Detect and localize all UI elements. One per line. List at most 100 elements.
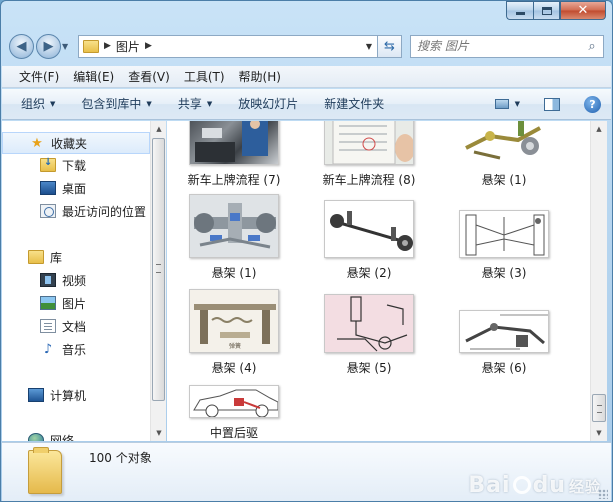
address-dropdown[interactable]: ▼	[361, 36, 377, 57]
address-bar[interactable]: ▶ 图片 ▶ ▼	[78, 34, 378, 58]
photo-thumbnail-graphic	[195, 121, 268, 162]
navigation-scrollbar[interactable]: ▲ ▼	[150, 121, 166, 441]
nav-desktop-label: 桌面	[62, 181, 87, 196]
file-item[interactable]: 新车上牌流程 (8)	[309, 121, 429, 188]
file-name: 悬架 (2)	[346, 266, 392, 280]
axle-graphic	[330, 211, 413, 251]
view-options-dropdown[interactable]: ▼	[513, 92, 522, 116]
scroll-up-arrow-icon[interactable]: ▲	[151, 121, 167, 137]
nav-desktop[interactable]: 桌面	[2, 177, 150, 199]
recent-places-icon	[40, 204, 56, 218]
menu-tools[interactable]: 工具(T)	[177, 67, 232, 87]
preview-pane-icon[interactable]	[544, 97, 560, 111]
file-item[interactable]: 悬架 (1)	[174, 194, 294, 281]
image-thumbnail	[189, 194, 279, 258]
music-note-icon: ♪	[43, 341, 53, 357]
file-item[interactable]: 新车上牌流程 (7)	[174, 121, 294, 188]
nav-network-label: 网络	[50, 433, 75, 442]
suspension-3d-graphic	[194, 203, 276, 249]
close-button[interactable]: ✕	[560, 1, 606, 20]
back-button[interactable]: ◀	[9, 33, 34, 59]
image-thumbnail	[189, 385, 279, 418]
forward-button[interactable]: ▶	[36, 33, 61, 59]
refresh-button[interactable]: ⇆	[378, 34, 402, 58]
file-name: 悬架 (4)	[211, 361, 257, 375]
watermark-brand: Bai	[468, 473, 511, 498]
menu-file[interactable]: 文件(F)	[12, 67, 66, 87]
file-list-scrollbar[interactable]: ▲ ▼	[590, 121, 607, 441]
file-item[interactable]: 悬架 (6)	[444, 310, 564, 376]
nav-recent-places[interactable]: 最近访问的位置	[2, 200, 150, 222]
beam-axle-graphic: 弹簧	[194, 304, 276, 350]
pictures-library-icon	[40, 296, 56, 310]
nav-computer[interactable]: 计算机	[2, 384, 150, 406]
sketch-suspension-graphic	[337, 296, 408, 352]
nav-downloads[interactable]: 下载	[2, 154, 150, 176]
image-thumbnail	[459, 210, 549, 258]
file-name: 新车上牌流程 (8)	[322, 173, 416, 187]
chevron-down-icon: ▼	[146, 100, 152, 108]
slideshow-button[interactable]: 放映幻灯片	[231, 92, 305, 116]
nav-libraries[interactable]: 库	[2, 246, 150, 268]
nav-favorites[interactable]: ★ 收藏夹	[2, 132, 150, 154]
nav-pictures-label: 图片	[62, 296, 87, 311]
scrollbar-thumb[interactable]	[592, 394, 606, 422]
file-item[interactable]: 悬架 (3)	[444, 210, 564, 281]
breadcrumb-pictures[interactable]: 图片	[116, 38, 140, 55]
car-outline-graphic	[193, 389, 278, 417]
downloads-folder-icon	[40, 157, 56, 172]
breadcrumb-arrow-icon[interactable]: ▶	[104, 41, 111, 51]
breadcrumb-arrow-icon[interactable]: ▶	[145, 41, 152, 51]
file-item[interactable]: 悬架 (2)	[309, 200, 429, 281]
scroll-down-arrow-icon[interactable]: ▼	[151, 425, 167, 441]
image-thumbnail	[459, 121, 549, 165]
image-thumbnail: 弹簧	[189, 289, 279, 353]
nav-music[interactable]: ♪ 音乐	[2, 338, 150, 360]
recent-pages-dropdown[interactable]: ▼	[62, 42, 74, 51]
file-name: 悬架 (3)	[481, 266, 527, 280]
address-row: ◀ ▶ ▼ ▶ 图片 ▶ ▼ ⇆ ⌕	[9, 32, 604, 60]
help-icon[interactable]: ?	[584, 95, 601, 113]
change-view-icon[interactable]	[494, 99, 509, 109]
menu-edit[interactable]: 编辑(E)	[66, 67, 121, 87]
file-list: 新车上牌流程 (7) 新车上牌流程 (8) 悬架 (1) 悬架 (1) 悬架 (…	[167, 121, 590, 441]
scroll-up-arrow-icon[interactable]: ▲	[591, 121, 607, 137]
scrollbar-thumb[interactable]	[152, 138, 165, 401]
share-button[interactable]: 共享 ▼	[171, 92, 219, 116]
menu-help[interactable]: 帮助(H)	[232, 67, 288, 87]
forward-arrow-icon: ▶	[43, 38, 54, 54]
chevron-down-icon: ▼	[365, 41, 373, 51]
nav-libraries-label: 库	[50, 250, 63, 265]
nav-videos[interactable]: 视频	[2, 269, 150, 291]
file-name: 悬架 (1)	[211, 266, 257, 280]
nav-computer-label: 计算机	[50, 388, 87, 403]
include-in-library-label: 包含到库中	[81, 97, 142, 111]
minimize-button[interactable]	[506, 1, 533, 20]
nav-documents[interactable]: 文档	[2, 315, 150, 337]
menu-bar: 文件(F) 编辑(E) 查看(V) 工具(T) 帮助(H)	[2, 66, 611, 88]
item-count: 100 个对象	[89, 451, 152, 465]
search-box[interactable]: ⌕	[410, 34, 604, 58]
scroll-down-arrow-icon[interactable]: ▼	[591, 425, 607, 441]
nav-network[interactable]: 网络	[2, 429, 150, 441]
menu-view[interactable]: 查看(V)	[121, 67, 177, 87]
file-item[interactable]: 悬架 (1)	[444, 121, 564, 188]
include-in-library-button[interactable]: 包含到库中 ▼	[74, 92, 158, 116]
baidu-watermark: Bai du 经验	[468, 473, 601, 498]
resize-grip-icon[interactable]	[598, 489, 608, 499]
details-pane: 100 个对象 Bai du 经验	[2, 442, 611, 501]
file-item[interactable]: 悬架 (5)	[309, 294, 429, 376]
new-folder-button[interactable]: 新建文件夹	[317, 92, 391, 116]
file-item[interactable]: 中置后驱	[174, 385, 294, 441]
minimize-icon	[515, 11, 525, 15]
search-input[interactable]	[417, 39, 581, 53]
maximize-button[interactable]	[533, 1, 560, 20]
nav-pictures[interactable]: 图片	[2, 292, 150, 314]
organize-button[interactable]: 组织 ▼	[14, 92, 62, 116]
desktop-icon	[40, 181, 56, 195]
search-icon[interactable]: ⌕	[581, 39, 603, 54]
nav-recent-label: 最近访问的位置	[62, 204, 147, 219]
folder-icon	[83, 39, 99, 53]
command-bar: 组织 ▼ 包含到库中 ▼ 共享 ▼ 放映幻灯片 新建文件夹 ▼ ?	[2, 89, 611, 120]
file-item[interactable]: 弹簧 悬架 (4)	[174, 289, 294, 376]
